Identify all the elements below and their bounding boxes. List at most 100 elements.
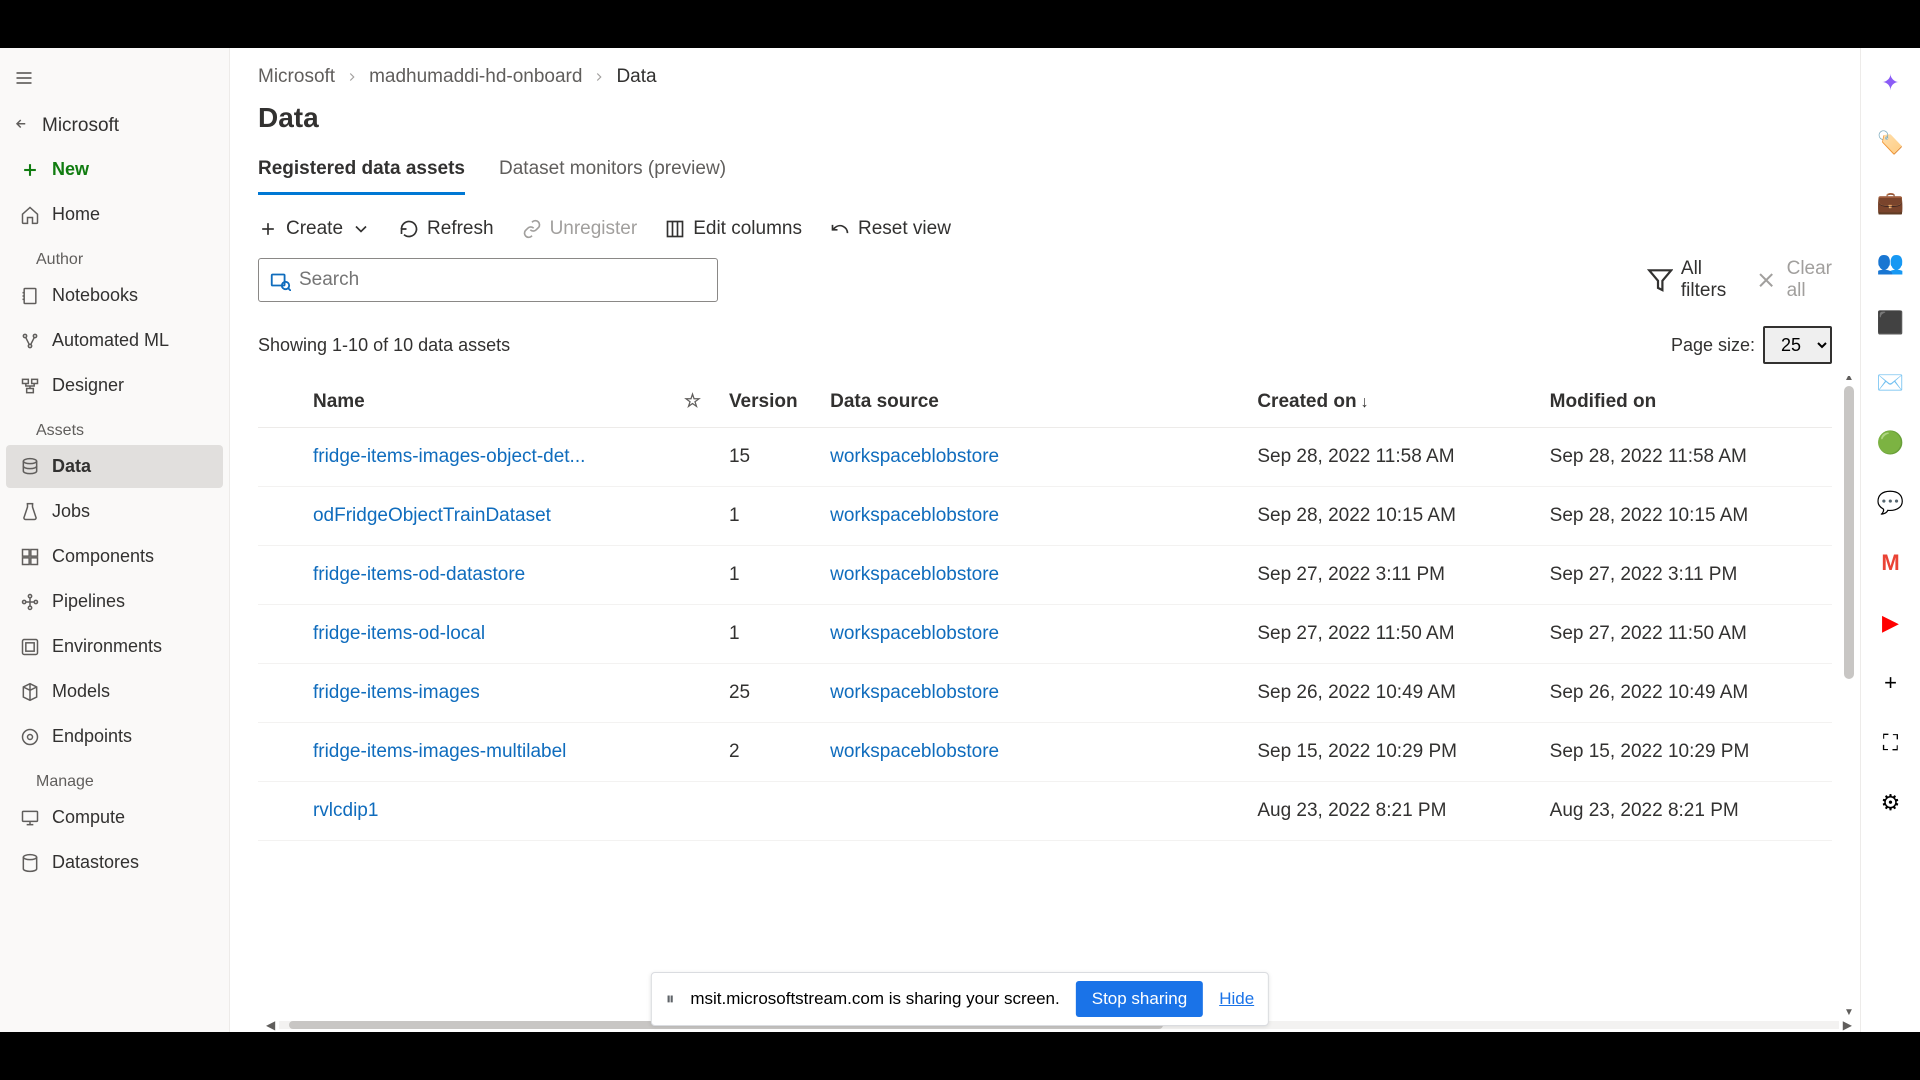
table-row[interactable]: odFridgeObjectTrainDataset 1workspaceblob… bbox=[258, 487, 1832, 546]
table-row[interactable]: rvlcdip1Aug 23, 2022 8:21 PMAug 23, 2022… bbox=[258, 782, 1832, 841]
asset-version: 1 bbox=[719, 487, 820, 546]
sidebar-item-home[interactable]: Home bbox=[6, 193, 223, 236]
asset-name-link[interactable]: rvlcdip1 bbox=[303, 782, 674, 841]
sidebar-item-notebooks[interactable]: Notebooks bbox=[6, 274, 223, 317]
col-name[interactable]: Name bbox=[303, 376, 674, 428]
created-on: Sep 26, 2022 10:49 AM bbox=[1247, 664, 1539, 723]
workspace-switch[interactable]: Microsoft bbox=[0, 105, 229, 147]
tabs: Registered data assets Dataset monitors … bbox=[258, 148, 1860, 196]
data-source-link[interactable]: workspaceblobstore bbox=[820, 428, 1247, 487]
sidebar-item-jobs[interactable]: Jobs bbox=[6, 490, 223, 533]
data-source-link[interactable]: workspaceblobstore bbox=[820, 546, 1247, 605]
data-source-link[interactable]: workspaceblobstore bbox=[820, 605, 1247, 664]
jobs-label: Jobs bbox=[52, 501, 90, 522]
asset-name-link[interactable]: fridge-items-images bbox=[303, 664, 674, 723]
col-modified-on[interactable]: Modified on bbox=[1540, 376, 1832, 428]
sidebar-item-components[interactable]: Components bbox=[6, 535, 223, 578]
asset-name-link[interactable]: odFridgeObjectTrainDataset bbox=[303, 487, 674, 546]
scroll-thumb[interactable] bbox=[1844, 386, 1854, 679]
pause-icon[interactable]: ⏸ bbox=[666, 989, 675, 1009]
table-row[interactable]: fridge-items-od-local1workspaceblobstore… bbox=[258, 605, 1832, 664]
hide-button[interactable]: Hide bbox=[1219, 989, 1254, 1009]
asset-name-link[interactable]: fridge-items-od-local bbox=[303, 605, 674, 664]
scroll-up-icon[interactable]: ▲ bbox=[1844, 376, 1854, 383]
data-source-link[interactable]: workspaceblobstore bbox=[820, 487, 1247, 546]
sidebar-item-automl[interactable]: Automated ML bbox=[6, 319, 223, 362]
edit-columns-button[interactable]: Edit columns bbox=[665, 218, 802, 240]
modified-on: Sep 15, 2022 10:29 PM bbox=[1540, 723, 1832, 782]
search-box[interactable] bbox=[258, 258, 718, 302]
tab-dataset-monitors[interactable]: Dataset monitors (preview) bbox=[499, 148, 726, 195]
create-button[interactable]: Create bbox=[258, 218, 371, 240]
sidebar-item-datastores[interactable]: Datastores bbox=[6, 841, 223, 884]
rail-spotify-icon[interactable]: 🟢 bbox=[1876, 428, 1906, 458]
close-icon bbox=[1754, 268, 1778, 292]
table-row[interactable]: fridge-items-images25workspaceblobstoreS… bbox=[258, 664, 1832, 723]
rail-messenger-icon[interactable]: 💬 bbox=[1876, 488, 1906, 518]
hamburger-button[interactable] bbox=[0, 56, 229, 105]
asset-version bbox=[719, 782, 820, 841]
modified-on: Aug 23, 2022 8:21 PM bbox=[1540, 782, 1832, 841]
sidebar-item-environments[interactable]: Environments bbox=[6, 625, 223, 668]
col-created-on[interactable]: Created on↓ bbox=[1247, 376, 1539, 428]
scroll-left-icon[interactable]: ◀ bbox=[266, 1018, 275, 1032]
sidebar-item-designer[interactable]: Designer bbox=[6, 364, 223, 407]
sidebar-item-pipelines[interactable]: Pipelines bbox=[6, 580, 223, 623]
col-data-source[interactable]: Data source bbox=[820, 376, 1247, 428]
data-assets-table: Name ☆ Version Data source Created on↓ M… bbox=[258, 376, 1832, 841]
page-size-select[interactable]: 25 bbox=[1763, 326, 1832, 364]
data-source-link[interactable]: workspaceblobstore bbox=[820, 723, 1247, 782]
refresh-button[interactable]: Refresh bbox=[399, 218, 494, 240]
all-filters-button[interactable]: All filters bbox=[1647, 258, 1727, 302]
sidebar-item-endpoints[interactable]: Endpoints bbox=[6, 715, 223, 758]
stop-sharing-button[interactable]: Stop sharing bbox=[1076, 981, 1203, 1017]
vertical-scrollbar[interactable]: ▲ ▼ bbox=[1842, 376, 1856, 1014]
reset-label: Reset view bbox=[858, 218, 951, 240]
refresh-label: Refresh bbox=[427, 218, 494, 240]
modified-on: Sep 27, 2022 11:50 AM bbox=[1540, 605, 1832, 664]
filter-icon bbox=[1647, 267, 1673, 293]
breadcrumb-workspace[interactable]: madhumaddi-hd-onboard bbox=[369, 66, 582, 88]
sidebar-item-models[interactable]: Models bbox=[6, 670, 223, 713]
asset-name-link[interactable]: fridge-items-images-object-det... bbox=[303, 428, 674, 487]
col-checkbox[interactable] bbox=[258, 376, 303, 428]
sidebar-item-compute[interactable]: Compute bbox=[6, 796, 223, 839]
data-source-link[interactable] bbox=[820, 782, 1247, 841]
asset-name-link[interactable]: fridge-items-od-datastore bbox=[303, 546, 674, 605]
all-filters-label: All filters bbox=[1681, 258, 1726, 302]
modified-on: Sep 26, 2022 10:49 AM bbox=[1540, 664, 1832, 723]
plus-icon bbox=[258, 219, 278, 239]
modified-on: Sep 28, 2022 11:58 AM bbox=[1540, 428, 1832, 487]
rail-youtube-icon[interactable]: ▶ bbox=[1876, 608, 1906, 638]
tab-registered-assets[interactable]: Registered data assets bbox=[258, 148, 465, 195]
rail-expand-icon[interactable]: ⛶ bbox=[1876, 728, 1906, 758]
rail-office-icon[interactable]: ⬛ bbox=[1876, 308, 1906, 338]
col-favorite[interactable]: ☆ bbox=[674, 376, 719, 428]
rail-copilot-icon[interactable]: ✦ bbox=[1876, 68, 1906, 98]
asset-name-link[interactable]: fridge-items-images-multilabel bbox=[303, 723, 674, 782]
data-source-link[interactable]: workspaceblobstore bbox=[820, 664, 1247, 723]
table-row[interactable]: fridge-items-images-object-det...15works… bbox=[258, 428, 1832, 487]
rail-outlook-icon[interactable]: ✉️ bbox=[1876, 368, 1906, 398]
scroll-right-icon[interactable]: ▶ bbox=[1843, 1018, 1852, 1032]
rail-people-icon[interactable]: 👥 bbox=[1876, 248, 1906, 278]
unregister-label: Unregister bbox=[550, 218, 638, 240]
table-row[interactable]: fridge-items-images-multilabel2workspace… bbox=[258, 723, 1832, 782]
sidebar-item-data[interactable]: Data bbox=[6, 445, 223, 488]
rail-add-icon[interactable]: + bbox=[1876, 668, 1906, 698]
scroll-down-icon[interactable]: ▼ bbox=[1844, 1007, 1854, 1018]
rail-settings-icon[interactable]: ⚙ bbox=[1876, 788, 1906, 818]
automl-label: Automated ML bbox=[52, 330, 169, 351]
new-button[interactable]: New bbox=[6, 148, 223, 191]
breadcrumb-root[interactable]: Microsoft bbox=[258, 66, 335, 88]
search-input[interactable] bbox=[299, 269, 707, 291]
clear-all-button[interactable]: Clear all bbox=[1754, 258, 1832, 302]
rail-briefcase-icon[interactable]: 💼 bbox=[1876, 188, 1906, 218]
col-version[interactable]: Version bbox=[719, 376, 820, 428]
chevron-down-icon bbox=[351, 219, 371, 239]
table-row[interactable]: fridge-items-od-datastore1workspaceblobs… bbox=[258, 546, 1832, 605]
reset-view-button[interactable]: Reset view bbox=[830, 218, 951, 240]
rail-gmail-icon[interactable]: M bbox=[1876, 548, 1906, 578]
rail-tag-icon[interactable]: 🏷️ bbox=[1876, 128, 1906, 158]
compute-label: Compute bbox=[52, 807, 125, 828]
